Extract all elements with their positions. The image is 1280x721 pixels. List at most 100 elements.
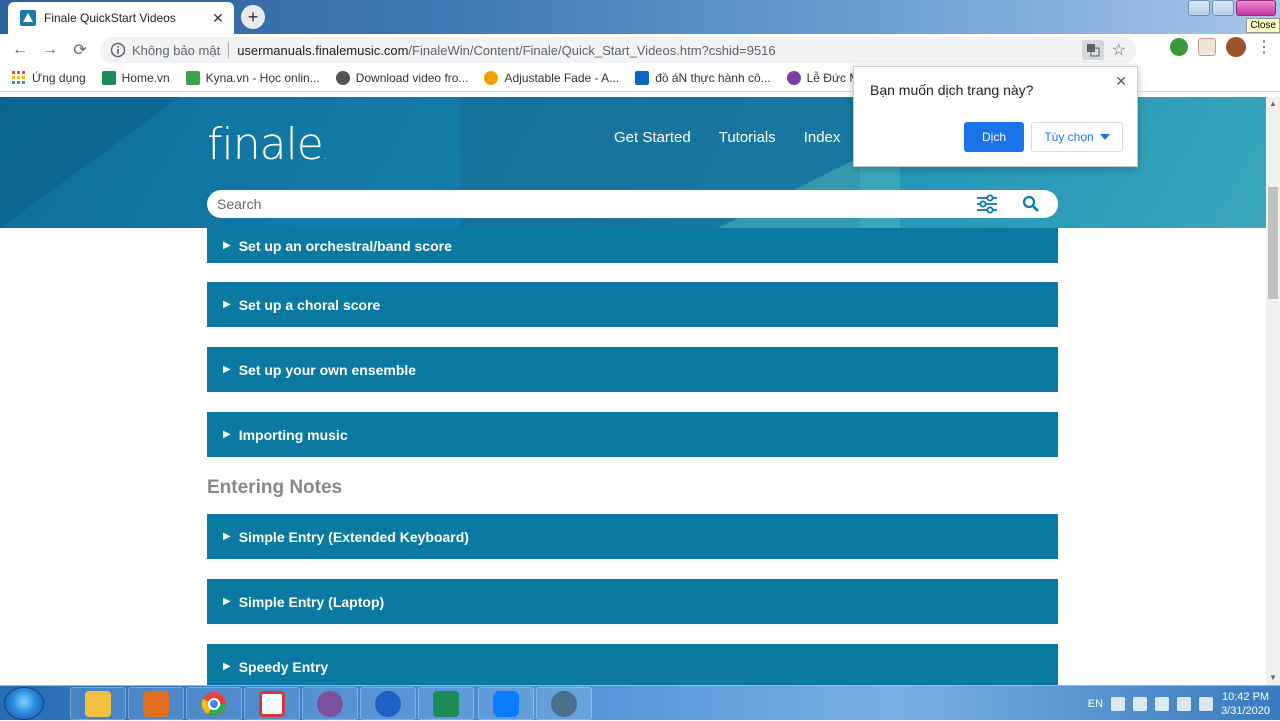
globe-icon — [551, 690, 577, 717]
language-indicator[interactable]: EN — [1088, 698, 1103, 710]
pdf-icon — [259, 690, 285, 717]
taskbar-foxit[interactable] — [244, 687, 300, 720]
taskbar-explorer[interactable] — [70, 687, 126, 720]
logo-mark: . — [322, 147, 328, 163]
bookmark-home-vn[interactable]: Home.vn — [101, 70, 170, 85]
address-divider — [228, 42, 230, 58]
accordion-item[interactable]: ▶ Importing music — [207, 412, 1058, 457]
site-search-bar[interactable]: Search — [207, 190, 1058, 218]
linkedin-icon — [635, 70, 650, 85]
bookmark-star-icon[interactable]: ☆ — [1112, 40, 1126, 60]
scroll-down-icon[interactable]: ▼ — [1266, 671, 1280, 685]
finale-favicon-icon — [20, 10, 36, 26]
clock-time: 10:42 PM — [1221, 690, 1270, 703]
signal-icon[interactable] — [1177, 696, 1192, 711]
video-list: ▶ Set up an orchestral/band score ▶ Set … — [207, 228, 1058, 685]
forward-icon[interactable]: → — [38, 38, 62, 62]
tab-strip: Finale QuickStart Videos ✕ + Close — [0, 0, 1280, 34]
start-button[interactable] — [4, 687, 44, 720]
taskbar-app-9[interactable] — [536, 687, 592, 720]
translate-button[interactable]: Dịch — [964, 122, 1024, 152]
url-path: /FinaleWin/Content/Finale/Quick_Start_Vi… — [408, 42, 776, 58]
headphones-icon — [375, 690, 401, 717]
web-page: finale. Get Started Tutorials Index Sear… — [0, 97, 1266, 685]
taskbar-viber[interactable] — [302, 687, 358, 720]
bookmark-label: Ứng dụng — [32, 70, 86, 85]
nav-index[interactable]: Index — [804, 129, 841, 146]
finale-logo[interactable]: finale. — [207, 119, 328, 170]
profile-avatar[interactable] — [1226, 37, 1246, 57]
popup-close-icon[interactable]: ✕ — [1115, 73, 1127, 90]
logo-text: finale — [207, 119, 324, 170]
accordion-item[interactable]: ▶ Simple Entry (Extended Keyboard) — [207, 514, 1058, 559]
bookmark-label: Adjustable Fade - A... — [504, 70, 620, 85]
chrome-icon — [201, 691, 227, 717]
home-vn-icon — [433, 690, 459, 717]
translate-icon[interactable] — [1081, 40, 1104, 60]
accordion-label: Importing music — [238, 426, 348, 443]
window-controls — [1188, 0, 1276, 16]
translate-question: Bạn muốn dịch trang này? — [870, 82, 1034, 98]
taskbar-chrome[interactable] — [186, 687, 242, 720]
power-icon[interactable] — [1155, 696, 1170, 711]
browser-menu-icon[interactable]: ⋮ — [1256, 37, 1272, 57]
flag-icon[interactable] — [1133, 696, 1148, 711]
bookmark-kyna[interactable]: Kyna.vn - Học onlin... — [185, 70, 320, 85]
cross-icon — [786, 70, 801, 85]
tab-title: Finale QuickStart Videos — [44, 11, 176, 25]
viber-icon — [317, 690, 343, 717]
bookmark-linkedin[interactable]: đồ áN thực hành cô... — [635, 70, 771, 85]
translate-options-button[interactable]: Tùy chọn — [1031, 122, 1123, 152]
scroll-up-icon[interactable]: ▲ — [1266, 97, 1280, 111]
scroll-thumb[interactable] — [1268, 187, 1278, 299]
accordion-label: Speedy Entry — [238, 658, 329, 675]
taskbar-zalo[interactable] — [478, 687, 534, 720]
taskbar-audacity[interactable] — [360, 687, 416, 720]
bookmark-label: đồ áN thực hành cô... — [655, 70, 771, 85]
expand-triangle-icon: ▶ — [223, 661, 231, 672]
bookmark-label: Kyna.vn - Học onlin... — [205, 70, 320, 85]
accordion-item[interactable]: ▶ Set up your own ensemble — [207, 347, 1058, 392]
filter-sliders-icon[interactable] — [976, 194, 998, 214]
bookmark-adjustable-fade[interactable]: Adjustable Fade - A... — [484, 70, 620, 85]
security-label: Không bảo mật — [132, 42, 221, 58]
info-icon[interactable] — [110, 42, 126, 58]
taskbar-media-player[interactable] — [128, 687, 184, 720]
section-heading: Entering Notes — [207, 477, 343, 498]
expand-triangle-icon: ▶ — [223, 429, 231, 440]
accordion-item[interactable]: ▶ Simple Entry (Laptop) — [207, 579, 1058, 624]
windows-taskbar: EN 10:42 PM 3/31/2020 — [0, 685, 1280, 720]
new-tab-button[interactable]: + — [241, 5, 265, 29]
nav-tutorials[interactable]: Tutorials — [719, 129, 776, 146]
bookmark-apps[interactable]: Ứng dụng — [12, 70, 86, 85]
download-globe-icon — [335, 70, 350, 85]
accordion-label: Simple Entry (Extended Keyboard) — [238, 528, 469, 545]
zalo-icon — [493, 690, 519, 717]
bookmark-label: Home.vn — [121, 70, 170, 85]
back-icon[interactable]: ← — [8, 38, 32, 62]
network-icon[interactable] — [1111, 696, 1126, 711]
search-input[interactable]: Search — [217, 196, 976, 212]
browser-tab[interactable]: Finale QuickStart Videos ✕ — [8, 2, 234, 34]
accordion-item[interactable]: ▶ Set up an orchestral/band score — [207, 228, 1058, 263]
reload-icon[interactable]: ⟳ — [68, 38, 92, 62]
maximize-button[interactable] — [1212, 0, 1234, 16]
volume-icon[interactable] — [1199, 696, 1214, 711]
extension-globe-icon[interactable] — [1170, 38, 1188, 56]
address-bar[interactable]: Không bảo mật usermanuals.finalemusic.co… — [100, 37, 1136, 63]
tab-close-icon[interactable]: ✕ — [210, 10, 226, 27]
page-scrollbar[interactable]: ▲ ▼ — [1266, 97, 1280, 685]
accordion-item[interactable]: ▶ Set up a choral score — [207, 282, 1058, 327]
bookmark-label: Download video fro... — [355, 70, 469, 85]
search-icon[interactable] — [1022, 195, 1040, 213]
home-vn-icon — [101, 70, 116, 85]
close-tooltip: Close — [1246, 18, 1280, 33]
clock[interactable]: 10:42 PM 3/31/2020 — [1221, 690, 1270, 718]
accordion-item[interactable]: ▶ Speedy Entry — [207, 644, 1058, 685]
nav-get-started[interactable]: Get Started — [614, 129, 691, 146]
window-close-button[interactable] — [1236, 0, 1276, 16]
minimize-button[interactable] — [1188, 0, 1210, 16]
bookmark-download-video[interactable]: Download video fro... — [335, 70, 469, 85]
extension-calendar-icon[interactable] — [1198, 38, 1216, 56]
taskbar-home-vn[interactable] — [418, 687, 474, 720]
